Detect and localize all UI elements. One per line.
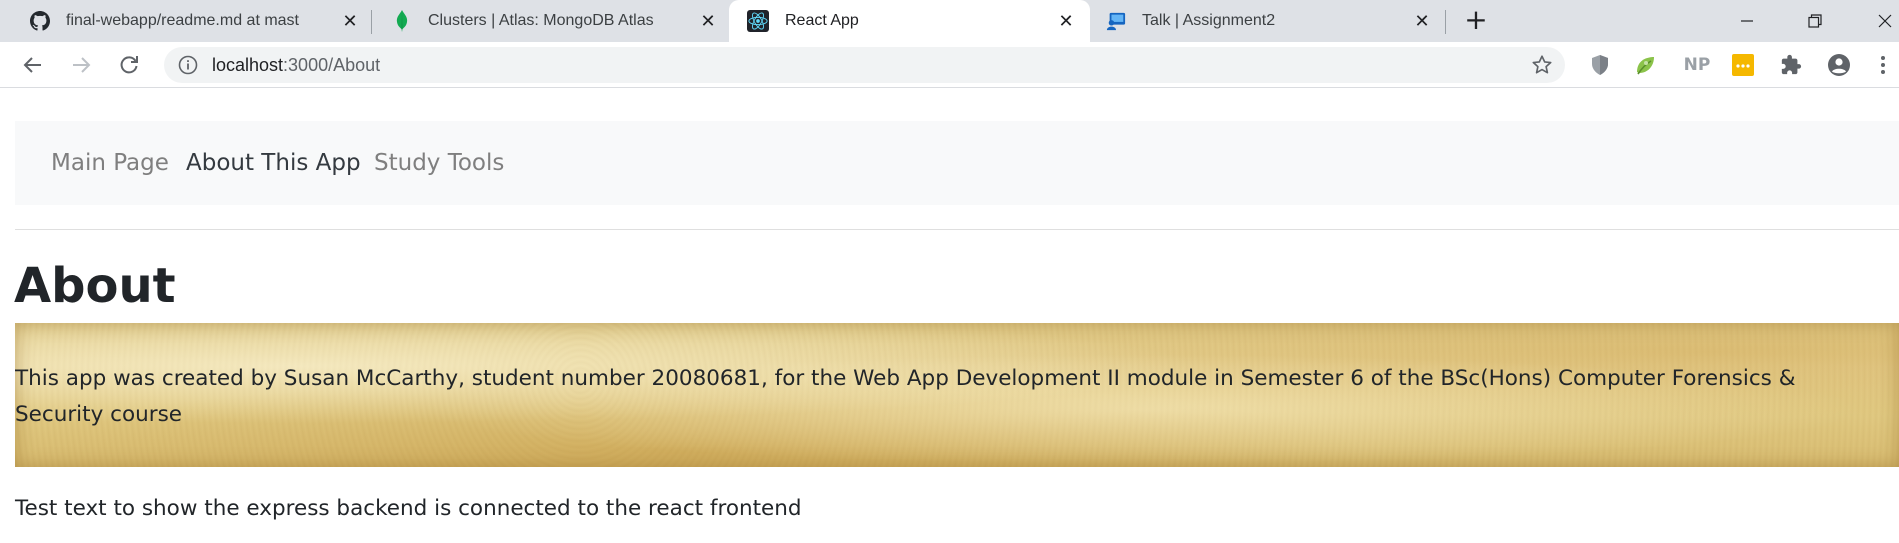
back-button[interactable] — [19, 51, 47, 79]
browser-toolbar: localhost:3000/About NP — [0, 42, 1899, 88]
tab-separator — [1445, 10, 1446, 34]
backend-status-text: Test text to show the express backend is… — [15, 496, 802, 521]
url-host: localhost — [212, 55, 284, 75]
url-path: :3000/About — [283, 55, 381, 75]
nav-link-study-tools[interactable]: Study Tools — [374, 121, 504, 205]
minimize-window-button[interactable] — [1722, 0, 1772, 42]
close-window-button[interactable] — [1860, 0, 1899, 42]
tab-mongodb-atlas[interactable]: Clusters | Atlas: MongoDB Atlas ✕ — [392, 0, 718, 42]
tab-github-readme[interactable]: final-webapp/readme.md at mast ✕ — [30, 0, 360, 42]
arrow-left-icon — [23, 57, 41, 73]
shield-extension-icon[interactable] — [1588, 53, 1612, 77]
divider — [15, 229, 1899, 230]
nav-link-main-page[interactable]: Main Page — [51, 121, 169, 205]
arrow-right-icon — [73, 57, 91, 73]
navbar: Main Page About This App Study Tools — [15, 121, 1899, 205]
info-icon[interactable] — [178, 55, 198, 75]
url-text[interactable]: localhost:3000/About — [212, 47, 380, 83]
nav-link-about[interactable]: About This App — [186, 121, 361, 205]
close-tab-icon[interactable]: ✕ — [1412, 11, 1432, 31]
puzzle-extensions-icon[interactable] — [1779, 53, 1803, 77]
more-menu-icon[interactable] — [1876, 53, 1890, 77]
close-tab-icon[interactable]: ✕ — [698, 11, 718, 31]
tab-strip: final-webapp/readme.md at mast ✕ Cluster… — [0, 0, 1899, 42]
talk-icon — [1106, 11, 1126, 31]
leaf-extension-icon[interactable] — [1634, 53, 1658, 77]
profile-avatar-icon[interactable] — [1827, 53, 1851, 77]
address-bar[interactable]: localhost:3000/About — [164, 47, 1565, 83]
reload-button[interactable] — [115, 51, 143, 79]
about-parchment-banner: This app was created by Susan McCarthy, … — [15, 323, 1899, 467]
tab-title: final-webapp/readme.md at mast — [66, 12, 299, 29]
mongodb-leaf-icon — [392, 10, 412, 32]
page-title: About — [14, 258, 176, 314]
close-tab-icon[interactable]: ✕ — [1056, 11, 1076, 31]
np-extension-icon[interactable]: NP — [1683, 53, 1711, 77]
github-icon — [30, 11, 50, 31]
tab-title: Clusters | Atlas: MongoDB Atlas — [428, 12, 654, 29]
react-icon — [747, 10, 769, 32]
password-extension-icon[interactable] — [1731, 53, 1755, 77]
about-description: This app was created by Susan McCarthy, … — [15, 366, 1796, 427]
tab-separator — [371, 10, 372, 34]
np-extension-label: NP — [1683, 55, 1711, 75]
tab-title: React App — [785, 12, 859, 29]
tab-title: Talk | Assignment2 — [1142, 12, 1276, 29]
forward-button[interactable] — [67, 51, 95, 79]
restore-window-button[interactable] — [1790, 0, 1840, 42]
reload-icon — [120, 56, 138, 74]
tab-react-app[interactable]: React App ✕ — [729, 0, 1090, 42]
tab-talk-assignment2[interactable]: Talk | Assignment2 ✕ — [1106, 0, 1432, 42]
close-tab-icon[interactable]: ✕ — [340, 11, 360, 31]
bookmark-star-icon[interactable] — [1531, 54, 1553, 76]
new-tab-button[interactable]: + — [1462, 6, 1490, 35]
